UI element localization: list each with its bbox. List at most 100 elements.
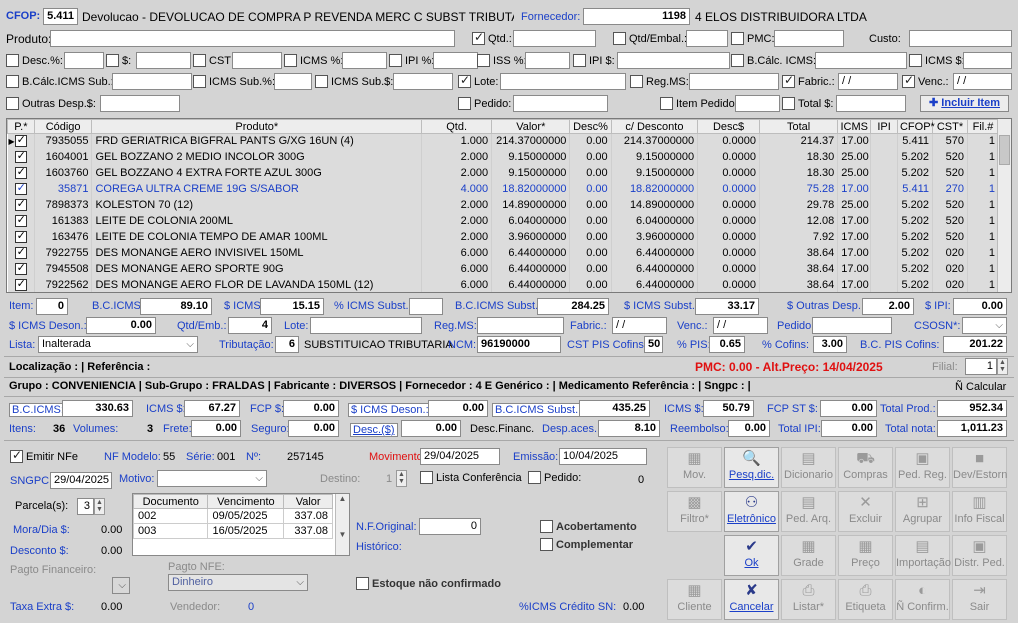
- ncm-field[interactable]: 96190000: [477, 336, 561, 353]
- ped-reg-button[interactable]: ▣ Ped. Reg.: [895, 447, 950, 488]
- grid-row[interactable]: 1604001GEL BOZZANO 2 MEDIO INCOLOR 300G2…: [7, 149, 999, 166]
- row-selected-checkbox[interactable]: [7, 197, 35, 214]
- incluir-item-button[interactable]: ✚ Incluir Item: [920, 95, 1009, 112]
- qtd-embal-field[interactable]: [686, 30, 728, 47]
- grid-row[interactable]: 7922562DES MONANGE AERO FLOR DE LAVANDA …: [7, 277, 999, 292]
- desp-aces-field[interactable]: 8.10: [598, 420, 660, 437]
- compras-button[interactable]: ⛟ Compras: [838, 447, 893, 488]
- tot-fcp-st-field[interactable]: 0.00: [820, 400, 877, 417]
- grid-row[interactable]: 35871COREGA ULTRA CREME 19G S/SABOR4.000…: [7, 181, 999, 198]
- movimento-field[interactable]: 29/04/2025: [420, 448, 500, 465]
- qtd-emb-field[interactable]: 4: [228, 317, 272, 334]
- desc-field[interactable]: 0.00: [401, 420, 461, 437]
- bcalc-icms-sub-field[interactable]: [112, 73, 192, 90]
- icms-subst-pct-field[interactable]: [409, 298, 443, 315]
- tot-icms-deson-field[interactable]: 0.00: [428, 400, 488, 417]
- lista-conferencia-checkbox[interactable]: [420, 471, 433, 484]
- outras-desp-checkbox[interactable]: [6, 97, 19, 110]
- row-selected-checkbox[interactable]: [7, 149, 35, 166]
- dev-estorn-button[interactable]: ■ Dev/Estorn: [952, 447, 1007, 488]
- fabric-item-field[interactable]: / /: [612, 317, 667, 334]
- fornecedor-code-field[interactable]: 1198: [583, 8, 690, 25]
- calcular-link[interactable]: Ñ Calcular: [955, 381, 1006, 393]
- pre-o-button[interactable]: ▦ Preço: [838, 535, 893, 576]
- dicionario-button[interactable]: ▤ Dicionario: [781, 447, 836, 488]
- excluir-button[interactable]: ✕ Excluir: [838, 491, 893, 532]
- pesq-dic-button[interactable]: 🔍 Pesq.dic.: [724, 447, 779, 488]
- lote-field[interactable]: [500, 73, 626, 90]
- reg-ms-field[interactable]: [689, 73, 779, 90]
- pedido-item-field[interactable]: [812, 317, 892, 334]
- pagto-financeiro-select[interactable]: [112, 577, 130, 594]
- row-selected-checkbox[interactable]: [7, 165, 35, 182]
- grid-col-header[interactable]: CST*: [931, 119, 969, 134]
- grid-row[interactable]: 161383LEITE DE COLONIA 200ML2.0006.04000…: [7, 213, 999, 230]
- pmc-field[interactable]: [774, 30, 844, 47]
- icms-dollar-field[interactable]: [963, 52, 1012, 69]
- emitir-nfe-checkbox[interactable]: [10, 448, 23, 463]
- filtro-button[interactable]: ▩ Filtro*: [667, 491, 722, 532]
- custo-field[interactable]: [909, 30, 1012, 47]
- icms-pct-field[interactable]: [342, 52, 387, 69]
- seguro-field[interactable]: 0.00: [288, 420, 339, 437]
- grid-col-header[interactable]: Produto*: [91, 119, 423, 134]
- fabric-field[interactable]: / /: [838, 73, 898, 90]
- dollar-checkbox[interactable]: [106, 54, 119, 67]
- iss-pct-field[interactable]: [525, 52, 570, 69]
- ipi-item-field[interactable]: 0.00: [953, 298, 1007, 315]
- emissao-field[interactable]: 10/04/2025: [559, 448, 647, 465]
- complementar-checkbox[interactable]: [540, 538, 553, 551]
- grid-row[interactable]: 7922755DES MONANGE AERO INVISIVEL 150ML6…: [7, 245, 999, 262]
- icms-sub-pct-field[interactable]: [274, 73, 312, 90]
- parcelas-scrollbar[interactable]: ▲ ▼: [335, 494, 349, 555]
- grid-row[interactable]: 1603760GEL BOZZANO 4 EXTRA FORTE AZUL 30…: [7, 165, 999, 182]
- grid-col-header[interactable]: Total: [758, 119, 839, 134]
- item-pedido-checkbox[interactable]: [660, 97, 673, 110]
- bc-pis-field[interactable]: 201.22: [943, 336, 1007, 353]
- lote-item-field[interactable]: [310, 317, 422, 334]
- grid-col-header[interactable]: Código: [33, 119, 93, 134]
- icms-pct-checkbox[interactable]: [284, 54, 297, 67]
- venc-checkbox[interactable]: [902, 73, 915, 88]
- row-selected-checkbox[interactable]: [7, 181, 35, 198]
- grid-col-header[interactable]: Desc%: [569, 119, 612, 134]
- icms-subst-field[interactable]: 33.17: [695, 298, 759, 315]
- cancelar-button[interactable]: ✘ Cancelar: [724, 579, 779, 620]
- pis-field[interactable]: 0.65: [709, 336, 745, 353]
- grid-scrollbar[interactable]: [997, 119, 1011, 292]
- venc-item-field[interactable]: / /: [713, 317, 768, 334]
- icms-deson-field[interactable]: 0.00: [86, 317, 156, 334]
- ok-button[interactable]: ✔ Ok: [724, 535, 779, 576]
- parcelas-table[interactable]: Documento Vencimento Valor 002 09/05/2025 33…: [132, 493, 350, 556]
- csosn-select[interactable]: [962, 317, 1007, 334]
- row-selected-checkbox[interactable]: ▶: [7, 133, 35, 150]
- grade-button[interactable]: ▦ Grade: [781, 535, 836, 576]
- item-pedido-field[interactable]: [735, 95, 780, 112]
- produto-field[interactable]: [50, 30, 455, 47]
- parcelas-spinner[interactable]: ▲ ▼: [94, 498, 105, 515]
- ipi-pct-field[interactable]: [433, 52, 478, 69]
- listar-button[interactable]: ⎙ Listar*: [781, 579, 836, 620]
- eletr-nico-button[interactable]: ⚇ Eletrônico: [724, 491, 779, 532]
- pedido-nfe-checkbox[interactable]: [528, 471, 541, 484]
- row-selected-checkbox[interactable]: [7, 213, 35, 230]
- items-grid[interactable]: P.* Código Produto* Qtd. Valor* Desc% c/ Desco…: [6, 118, 1012, 293]
- tot-icms-field[interactable]: 67.27: [184, 400, 240, 417]
- pedido-field[interactable]: [513, 95, 608, 112]
- row-selected-checkbox[interactable]: [7, 229, 35, 246]
- icms-sub-dollar-checkbox[interactable]: [315, 75, 328, 88]
- nf-original-field[interactable]: 0: [419, 518, 481, 535]
- grid-col-header[interactable]: ICMS: [837, 119, 872, 134]
- parcelas-field[interactable]: 3: [77, 498, 94, 515]
- tot-bc-icms-subst-field[interactable]: 435.25: [579, 400, 650, 417]
- tot-icms2-field[interactable]: 50.79: [703, 400, 754, 417]
- bc-icms-subst-field[interactable]: 284.25: [537, 298, 609, 315]
- -confirm-button[interactable]: ◐ Ñ Confirm.: [895, 579, 950, 620]
- destino-spinner[interactable]: ▲ ▼: [396, 470, 407, 487]
- row-selected-checkbox[interactable]: [7, 261, 35, 278]
- icms-sub-dollar-field[interactable]: [393, 73, 453, 90]
- cliente-button[interactable]: ▦ Cliente: [667, 579, 722, 620]
- venc-field[interactable]: / /: [953, 73, 1012, 90]
- grid-col-header[interactable]: Valor*: [491, 119, 571, 134]
- sngpc-field[interactable]: 29/04/2025: [50, 472, 112, 489]
